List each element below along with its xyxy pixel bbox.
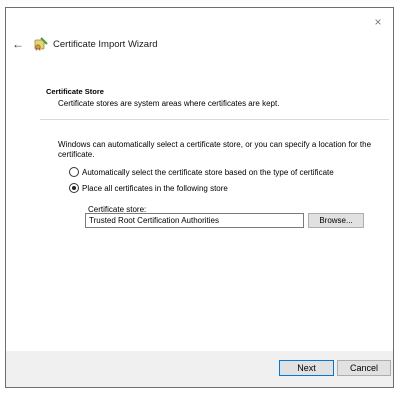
intro-text: Windows can automatically select a certi… [58,140,372,159]
radio-button-place-all[interactable] [69,183,79,193]
section-description: Certificate stores are system areas wher… [58,99,280,108]
cancel-button[interactable]: Cancel [337,360,391,376]
close-icon[interactable]: × [372,16,384,28]
section-heading: Certificate Store [46,87,104,96]
certificate-store-field[interactable]: Trusted Root Certification Authorities [85,213,304,228]
browse-button[interactable]: Browse... [308,213,364,228]
certificate-icon [34,37,48,51]
wizard-footer: Next Cancel [6,351,393,387]
radio-button-auto[interactable] [69,167,79,177]
wizard-title: Certificate Import Wizard [53,39,158,50]
radio-place-all-label[interactable]: Place all certificates in the following … [82,184,228,193]
radio-auto-label[interactable]: Automatically select the certificate sto… [82,168,334,177]
radio-place-all[interactable]: Place all certificates in the following … [69,182,228,194]
next-button[interactable]: Next [279,360,334,376]
back-arrow-icon[interactable]: ← [12,38,26,50]
wizard-window: × ← Certificate Import Wizard Certificat… [5,7,394,388]
header-divider [40,119,389,120]
radio-auto-select[interactable]: Automatically select the certificate sto… [69,166,334,178]
